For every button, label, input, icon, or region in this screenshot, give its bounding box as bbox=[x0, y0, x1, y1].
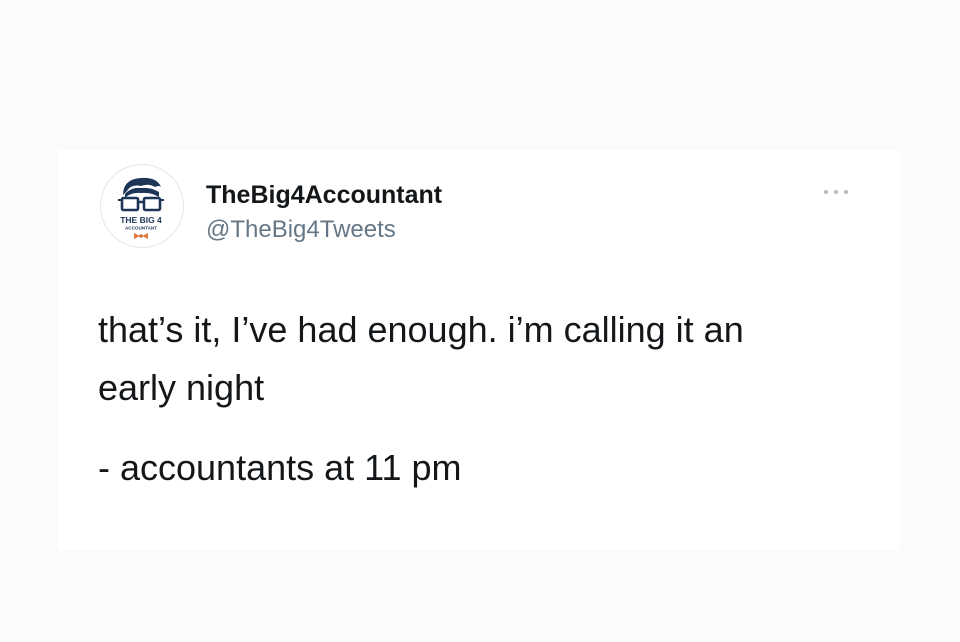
tweet-text-line-1: that’s it, I’ve had enough. i’m calling … bbox=[98, 309, 744, 350]
author-display-name[interactable]: TheBig4Accountant bbox=[206, 180, 442, 210]
author-handle[interactable]: @TheBig4Tweets bbox=[206, 215, 396, 245]
svg-text:THE BIG 4: THE BIG 4 bbox=[120, 215, 162, 225]
more-options-icon[interactable] bbox=[820, 182, 860, 202]
big4-logo-icon: THE BIG 4 ACCOUNTANT bbox=[118, 177, 164, 239]
svg-text:ACCOUNTANT: ACCOUNTANT bbox=[125, 226, 157, 231]
more-dot bbox=[834, 190, 838, 194]
tweet-text-line-2: early night bbox=[98, 367, 265, 408]
tweet-text-line-3: - accountants at 11 pm bbox=[98, 447, 462, 488]
avatar[interactable]: THE BIG 4 ACCOUNTANT bbox=[100, 164, 184, 248]
more-dot bbox=[844, 190, 848, 194]
more-dot bbox=[824, 190, 828, 194]
